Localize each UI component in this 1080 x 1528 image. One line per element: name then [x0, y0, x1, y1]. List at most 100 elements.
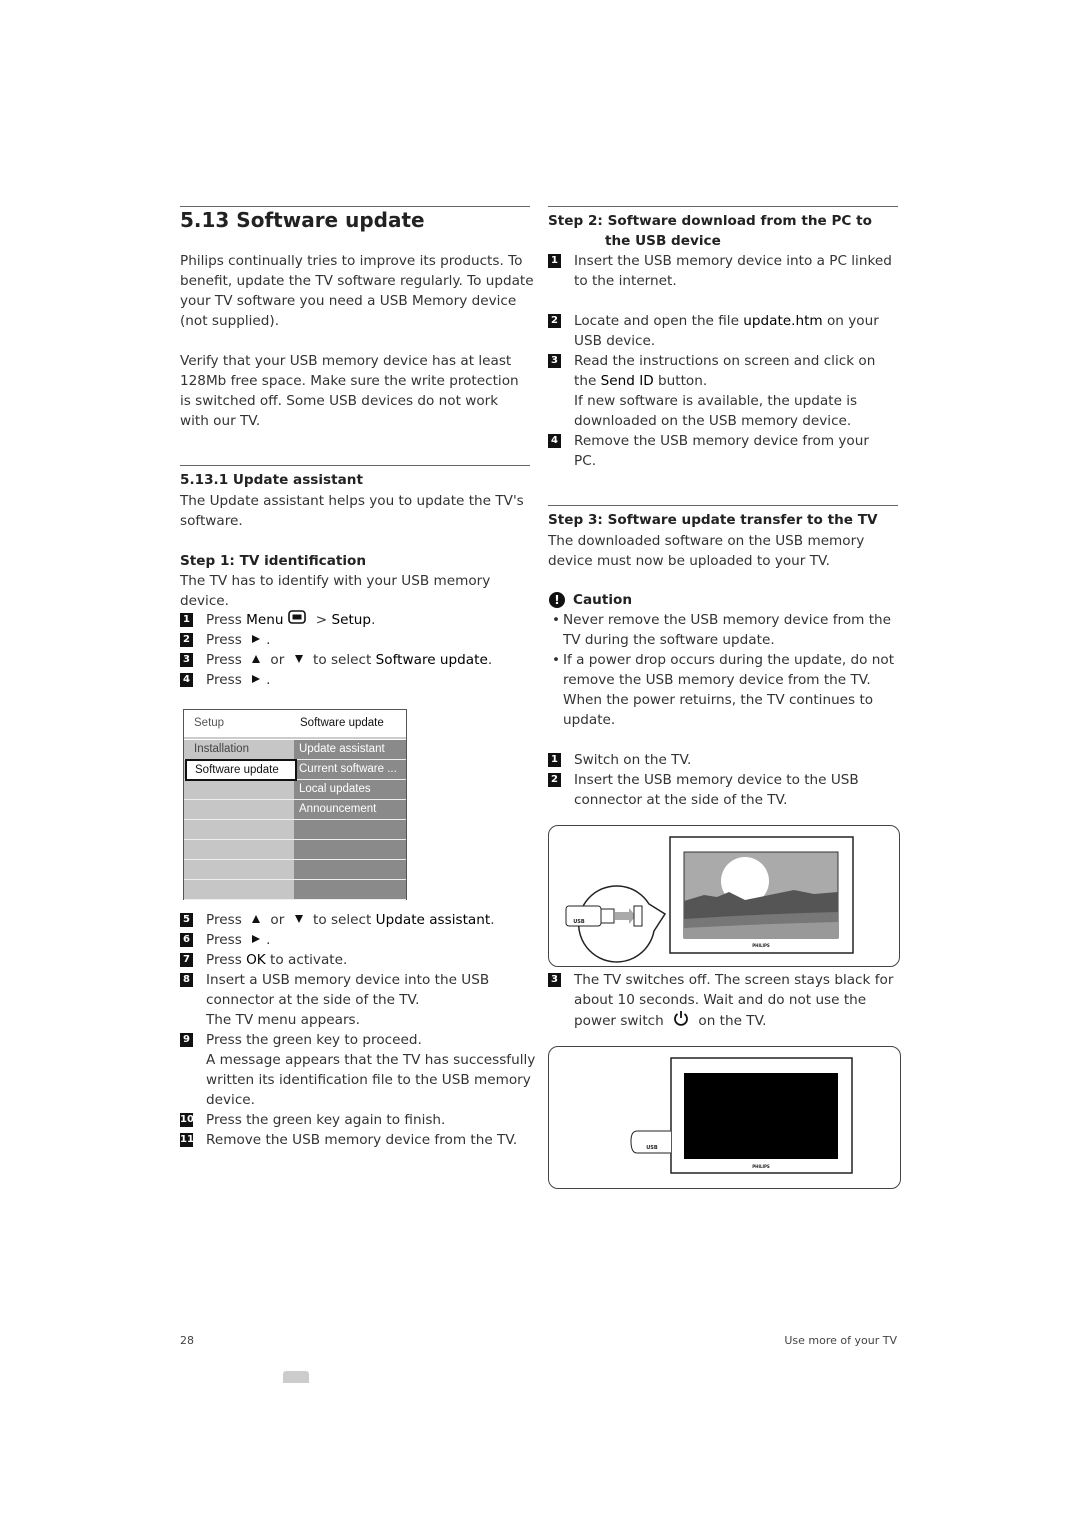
text: If a power drop occurs during the update…	[563, 652, 895, 668]
text: Press the green key to proceed.	[206, 1032, 422, 1048]
menu-right-row: Update assistant	[294, 740, 406, 760]
step-text-line: downloaded on the USB memory device.	[548, 411, 898, 431]
text: The TV has to identify with your USB mem…	[180, 573, 491, 589]
step-item: 8 Insert a USB memory device into the USB…	[180, 970, 530, 1030]
footer-section: Use more of your TV	[784, 1334, 897, 1347]
caution-text-line: remove the USB memory device from the TV…	[548, 670, 898, 690]
menu-left-row	[184, 820, 294, 840]
text: The TV menu appears.	[206, 1012, 360, 1028]
caution-heading: ! Caution	[548, 590, 898, 610]
text: >	[311, 612, 332, 628]
step-text-line: Press the green key to proceed.	[180, 1030, 530, 1050]
text: TV during the software update.	[563, 632, 775, 648]
text: on the TV.	[694, 1013, 767, 1029]
emphasis-text: Software update	[375, 652, 488, 668]
step-item: 6 Press .	[180, 930, 530, 950]
step-item: 2 Press .	[180, 630, 530, 650]
step-text-line: Press or to select Software update.	[180, 650, 530, 670]
text: button.	[653, 373, 708, 389]
text: or	[266, 912, 289, 928]
step-text-line: to the internet.	[548, 271, 898, 291]
step-text-line: Switch on the TV.	[548, 750, 898, 770]
warning-icon: !	[549, 592, 565, 608]
text: Insert the USB memory device to the USB	[574, 772, 859, 788]
text-line: your TV software you need a USB Memory d…	[180, 291, 530, 311]
step-text-line: Press or to select Update assistant.	[180, 910, 530, 930]
text: (not supplied).	[180, 313, 280, 329]
menu-right-column: Update assistant Current software ... Loca…	[294, 740, 406, 900]
step-item: 7 Press OK to activate.	[180, 950, 530, 970]
menu-header: Setup Software update	[184, 710, 406, 739]
text-line: software.	[180, 511, 530, 531]
usb-insert-illustration: PHILIPS USB	[548, 825, 900, 967]
step-item: 10 Press the green key again to finish.	[180, 1110, 530, 1130]
text: Philips continually tries to improve its…	[180, 253, 523, 269]
down-icon	[294, 910, 304, 930]
tv-off-illustration: PHILIPS USB	[548, 1046, 901, 1189]
caution-label: Caution	[573, 592, 633, 608]
caution-text-line: When the power retuirns, the TV continue…	[548, 690, 898, 710]
right-icon	[251, 670, 261, 690]
text: connector at the side of the TV.	[574, 792, 788, 808]
menu-icon	[288, 610, 307, 630]
step-text-line: A message appears that the TV has succes…	[180, 1050, 535, 1070]
menu-left-row	[184, 780, 294, 800]
step-text-line: power switch on the TV.	[548, 1010, 898, 1032]
text: device must now be uploaded to your TV.	[548, 553, 830, 569]
page-tab-marker	[283, 1371, 309, 1383]
step-item: 3 The TV switches off. The screen stays b…	[548, 970, 898, 1032]
step-text-line: Remove the USB memory device from your	[548, 431, 898, 451]
step2-heading: Step 2: Software download from the PC to…	[548, 211, 898, 251]
emphasis-text: Menu	[246, 612, 284, 628]
step1-intro: The TV has to identify with your USB mem…	[180, 571, 530, 611]
step-text-line: USB device.	[548, 331, 898, 351]
menu-right-row: Local updates	[294, 780, 406, 800]
svg-text:PHILIPS: PHILIPS	[752, 1164, 770, 1169]
step-item: 11 Remove the USB memory device from the …	[180, 1130, 530, 1150]
step2-heading-line: Step 2: Software download from the PC to	[548, 213, 872, 229]
step-item: 1 Press Menu > Setup.	[180, 610, 530, 630]
step-text-line: connector at the side of the TV.	[548, 790, 898, 810]
step-text-line: Locate and open the file update.htm on y…	[548, 311, 898, 331]
menu-right-row	[294, 880, 406, 900]
section-title: 5.13 Software update	[180, 208, 425, 232]
text: Press	[206, 652, 247, 668]
divider	[548, 505, 898, 506]
emphasis-text: Setup	[331, 612, 372, 628]
emphasis-text: update.htm	[743, 313, 823, 329]
emphasis-text: OK	[246, 952, 266, 968]
step-text-line: written its identification file to the U…	[180, 1070, 531, 1090]
text-line: The TV has to identify with your USB mem…	[180, 571, 530, 591]
caution-bullet: • If a power drop occurs during the updat…	[548, 650, 898, 730]
text: to select	[308, 912, 376, 928]
step-text-line: Press .	[180, 670, 530, 690]
step-text-line: device.	[180, 1090, 530, 1110]
text: Press	[206, 952, 247, 968]
text: USB device.	[574, 333, 656, 349]
step-text-line: If new software is available, the update…	[548, 391, 898, 411]
text-line: with our TV.	[180, 411, 530, 431]
text: Press	[206, 932, 247, 948]
text: Verify that your USB memory device has a…	[180, 353, 512, 369]
step2-list: 1 Insert the USB memory device into a PC …	[548, 251, 898, 471]
menu-right-row	[294, 820, 406, 840]
text: to the internet.	[574, 273, 677, 289]
step-item: 1 Insert the USB memory device into a PC …	[548, 251, 898, 311]
step-text-line: Insert a USB memory device into the USB	[180, 970, 530, 990]
text: Switch on the TV.	[574, 752, 692, 768]
step-list-b: 5 Press or to select Update assistant. 6 Pr…	[180, 910, 535, 1150]
manual-page: 5.13 Software update Philips continually…	[0, 0, 1080, 1528]
step-text-line: Read the instructions on screen and clic…	[548, 351, 898, 371]
text: Press	[206, 612, 247, 628]
divider	[548, 206, 898, 207]
menu-right-row: Current software ...	[294, 760, 406, 780]
step-item: 2 Insert the USB memory device to the USB…	[548, 770, 898, 810]
page-number: 28	[180, 1334, 194, 1347]
text: remove the USB memory device from the TV…	[563, 672, 871, 688]
text: .	[266, 672, 271, 688]
text: to select	[308, 652, 376, 668]
step3-heading: Step 3: Software update transfer to the …	[548, 512, 878, 528]
menu-right-row	[294, 840, 406, 860]
step-item: 1 Switch on the TV.	[548, 750, 898, 770]
caution-text-line: update.	[548, 710, 898, 730]
